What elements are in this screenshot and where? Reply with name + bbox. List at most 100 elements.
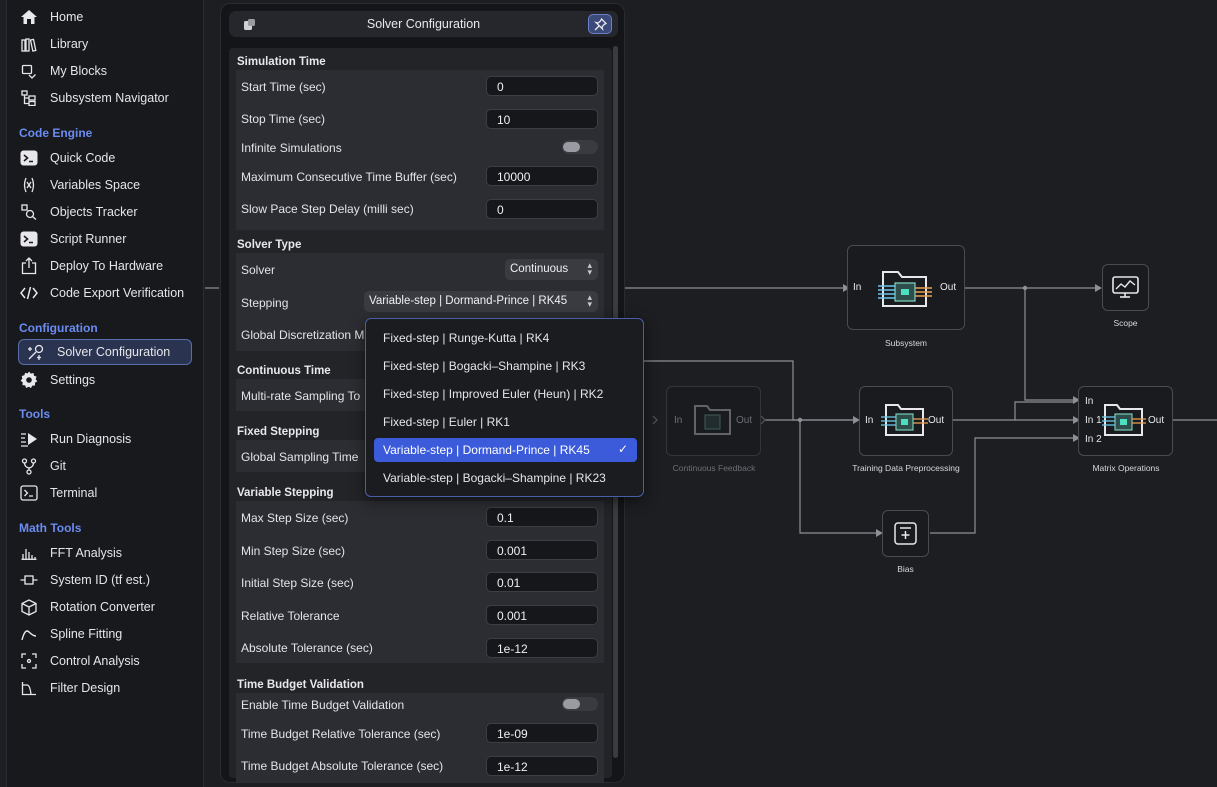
initial-step-input[interactable]: 0.01 <box>486 572 598 592</box>
absolute-tolerance-input[interactable]: 1e-12 <box>486 638 598 658</box>
start-time-input[interactable]: 0 <box>486 76 598 96</box>
sidebar-item-library[interactable]: Library <box>12 31 186 57</box>
matrix-out-port[interactable]: Out <box>1148 415 1164 426</box>
scope-label: Scope <box>1113 318 1138 328</box>
time-budget-rel-input[interactable]: 1e-09 <box>486 723 598 743</box>
section-continuous-time: Continuous Time <box>237 365 331 377</box>
matrix-label: Matrix Operations <box>1092 463 1160 473</box>
training-out-port[interactable]: Out <box>928 415 944 426</box>
stop-time-input[interactable]: 10 <box>486 109 598 129</box>
sidebar-item-code-export-verification[interactable]: Code Export Verification <box>12 280 186 306</box>
section-solver-type: Solver Type <box>237 239 302 251</box>
sidebar-item-label: Settings <box>50 373 96 387</box>
sidebar-item-system-id[interactable]: System ID (tf est.) <box>12 567 186 593</box>
dropdown-option-rk3[interactable]: Fixed-step | Bogacki–Shampine | RK3 <box>374 354 637 378</box>
sidebar-item-label: Deploy To Hardware <box>50 259 164 273</box>
dropdown-option-rk1[interactable]: Fixed-step | Euler | RK1 <box>374 410 637 434</box>
max-step-input[interactable]: 0.1 <box>486 507 598 527</box>
spline-icon <box>18 623 40 645</box>
sidebar-item-filter-design[interactable]: Filter Design <box>12 675 186 701</box>
subsystem-out-port[interactable]: Out <box>940 282 956 293</box>
slow-pace-input[interactable]: 0 <box>486 199 598 219</box>
sidebar-item-objects-tracker[interactable]: Objects Tracker <box>12 199 186 225</box>
dropdown-option-rk23[interactable]: Variable-step | Bogacki–Shampine | RK23 <box>374 466 637 490</box>
fft-icon <box>18 542 40 564</box>
section-fixed-stepping: Fixed Stepping <box>237 426 320 438</box>
sidebar-item-variables-space[interactable]: Variables Space <box>12 172 186 198</box>
monitor-icon <box>1112 276 1139 303</box>
sidebar-item-git[interactable]: Git <box>12 453 186 479</box>
feedback-out-port[interactable]: Out <box>736 415 752 426</box>
terminal-icon <box>18 228 40 250</box>
relative-tolerance-input[interactable]: 0.001 <box>486 605 598 625</box>
enable-time-budget-toggle[interactable] <box>562 697 598 711</box>
solver-label: Solver <box>241 263 276 277</box>
absolute-tolerance-label: Absolute Tolerance (sec) <box>241 641 373 655</box>
sidebar-item-label: Code Export Verification <box>50 286 185 300</box>
git-icon <box>18 455 40 477</box>
sidebar-item-quick-code[interactable]: Quick Code <box>12 145 186 171</box>
multirate-label: Multi-rate Sampling To <box>241 389 361 403</box>
start-time-label: Start Time (sec) <box>241 80 326 94</box>
feedback-in-port[interactable]: In <box>674 415 682 426</box>
deploy-icon <box>18 255 40 277</box>
stepping-select[interactable]: Variable-step | Dormand-Prince | RK45 ▴ ▾ <box>364 291 598 312</box>
min-step-input[interactable]: 0.001 <box>486 540 598 560</box>
pin-icon <box>593 17 608 36</box>
sidebar-item-label: Spline Fitting <box>50 627 123 641</box>
code-icon <box>18 282 40 304</box>
sidebar-item-label: Run Diagnosis <box>50 432 132 446</box>
home-icon <box>18 6 40 28</box>
library-icon <box>18 33 40 55</box>
global-sampling-label: Global Sampling Time <box>241 450 359 464</box>
infinite-simulations-toggle[interactable] <box>562 140 598 154</box>
sidebar-item-deploy-to-hardware[interactable]: Deploy To Hardware <box>12 253 186 279</box>
panel-header[interactable]: Solver Configuration <box>229 11 618 37</box>
sidebar-item-settings[interactable]: Settings <box>12 367 186 393</box>
sidebar-item-subsystem-navigator[interactable]: Subsystem Navigator <box>12 85 186 111</box>
gear-icon <box>18 369 40 391</box>
diagnosis-icon <box>18 428 40 450</box>
matrix-in-port[interactable]: In <box>1085 396 1093 407</box>
toggle-knob <box>563 699 580 709</box>
solver-select-value: Continuous <box>510 263 569 275</box>
section-configuration: Configuration <box>19 321 98 335</box>
initial-step-label: Initial Step Size (sec) <box>241 576 354 590</box>
sidebar-item-home[interactable]: Home <box>12 4 186 30</box>
max-buffer-input[interactable]: 10000 <box>486 166 598 186</box>
sidebar-item-label: Variables Space <box>50 178 141 192</box>
sidebar-item-solver-configuration[interactable]: Solver Configuration <box>18 339 192 365</box>
solver-select[interactable]: Continuous ▴ ▾ <box>505 259 598 280</box>
section-time-budget: Time Budget Validation <box>237 679 364 691</box>
sidebar-item-run-diagnosis[interactable]: Run Diagnosis <box>12 426 186 452</box>
dropdown-option-rk4[interactable]: Fixed-step | Runge-Kutta | RK4 <box>374 326 637 350</box>
section-math-tools: Math Tools <box>19 521 82 535</box>
continuous-feedback-label: Continuous Feedback <box>672 463 756 473</box>
time-budget-abs-input[interactable]: 1e-12 <box>486 756 598 776</box>
bias-label: Bias <box>897 564 914 574</box>
relative-tolerance-label: Relative Tolerance <box>241 609 340 623</box>
infinite-simulations-label: Infinite Simulations <box>241 141 342 155</box>
sidebar-item-label: Home <box>50 10 84 24</box>
sidebar-item-rotation-converter[interactable]: Rotation Converter <box>12 594 186 620</box>
stepping-select-value: Variable-step | Dormand-Prince | RK45 <box>369 295 568 307</box>
control-icon <box>18 650 40 672</box>
toggle-knob <box>563 142 580 152</box>
training-in-port[interactable]: In <box>865 415 873 426</box>
min-step-label: Min Step Size (sec) <box>241 544 346 558</box>
stepping-label: Stepping <box>241 296 289 310</box>
sidebar-item-control-analysis[interactable]: Control Analysis <box>12 648 186 674</box>
app-root: In Out Subsystem Scope In Out Continuous… <box>0 0 1217 787</box>
subsystem-in-port[interactable]: In <box>853 282 861 293</box>
dropdown-option-rk2[interactable]: Fixed-step | Improved Euler (Heun) | RK2 <box>374 382 637 406</box>
dropdown-option-rk45[interactable]: Variable-step | Dormand-Prince | RK45 ✓ <box>374 438 637 462</box>
sidebar-item-label: Git <box>50 459 66 473</box>
sidebar-item-my-blocks[interactable]: My Blocks <box>12 58 186 84</box>
pin-button[interactable] <box>588 14 612 34</box>
sidebar-item-label: Filter Design <box>50 681 121 695</box>
sidebar-item-spline-fitting[interactable]: Spline Fitting <box>12 621 186 647</box>
sidebar-item-script-runner[interactable]: Script Runner <box>12 226 186 252</box>
sidebar-item-fft-analysis[interactable]: FFT Analysis <box>12 540 186 566</box>
sidebar-item-label: My Blocks <box>50 64 107 78</box>
sidebar-item-terminal[interactable]: Terminal <box>12 480 186 506</box>
